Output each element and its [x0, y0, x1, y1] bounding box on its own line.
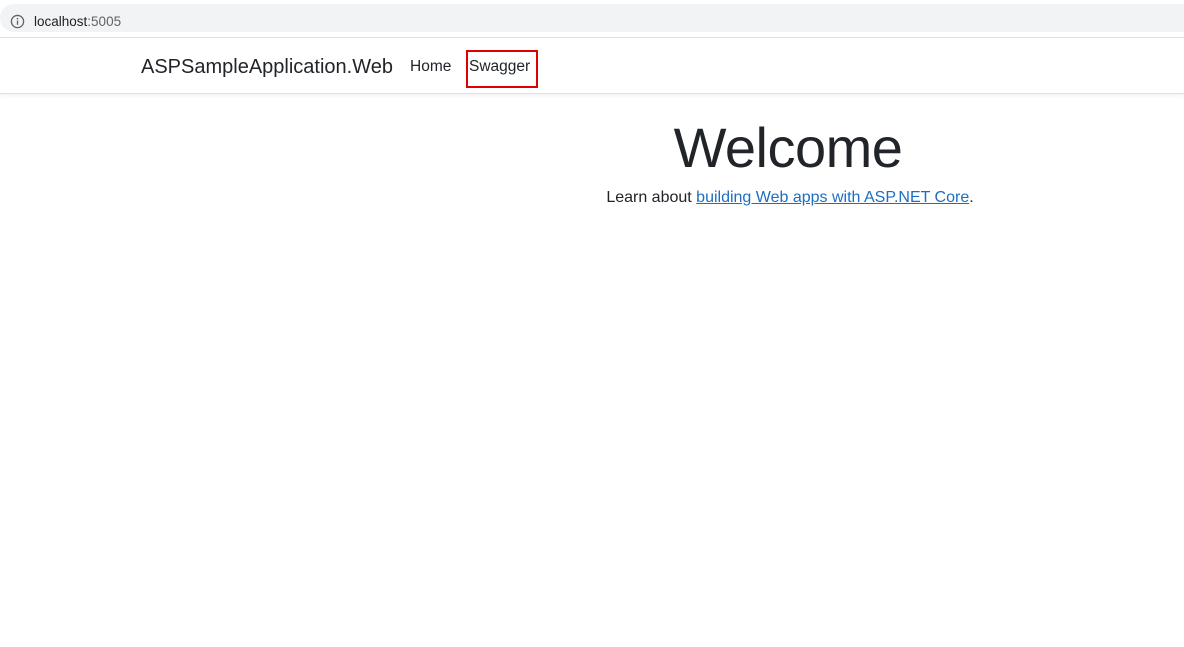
url-text[interactable]: localhost:5005	[34, 14, 121, 30]
learn-suffix: .	[969, 189, 974, 206]
learn-paragraph: Learn about building Web apps with ASP.N…	[540, 188, 1040, 208]
browser-address-bar: localhost:5005	[0, 0, 1184, 36]
page-title: Welcome	[673, 116, 903, 179]
nav-link-swagger[interactable]: Swagger	[469, 58, 530, 76]
url-port: :5005	[87, 14, 122, 29]
aspnet-docs-link[interactable]: building Web apps with ASP.NET Core	[696, 189, 969, 206]
nav-link-home[interactable]: Home	[410, 58, 451, 76]
navbar-brand[interactable]: ASPSampleApplication.Web	[141, 55, 393, 79]
url-host: localhost	[34, 14, 88, 29]
site-navbar: ASPSampleApplication.Web Home Swagger	[0, 37, 1184, 94]
url-field[interactable]: localhost:5005	[0, 4, 1184, 32]
info-icon[interactable]	[10, 14, 25, 29]
learn-prefix: Learn about	[606, 189, 697, 206]
